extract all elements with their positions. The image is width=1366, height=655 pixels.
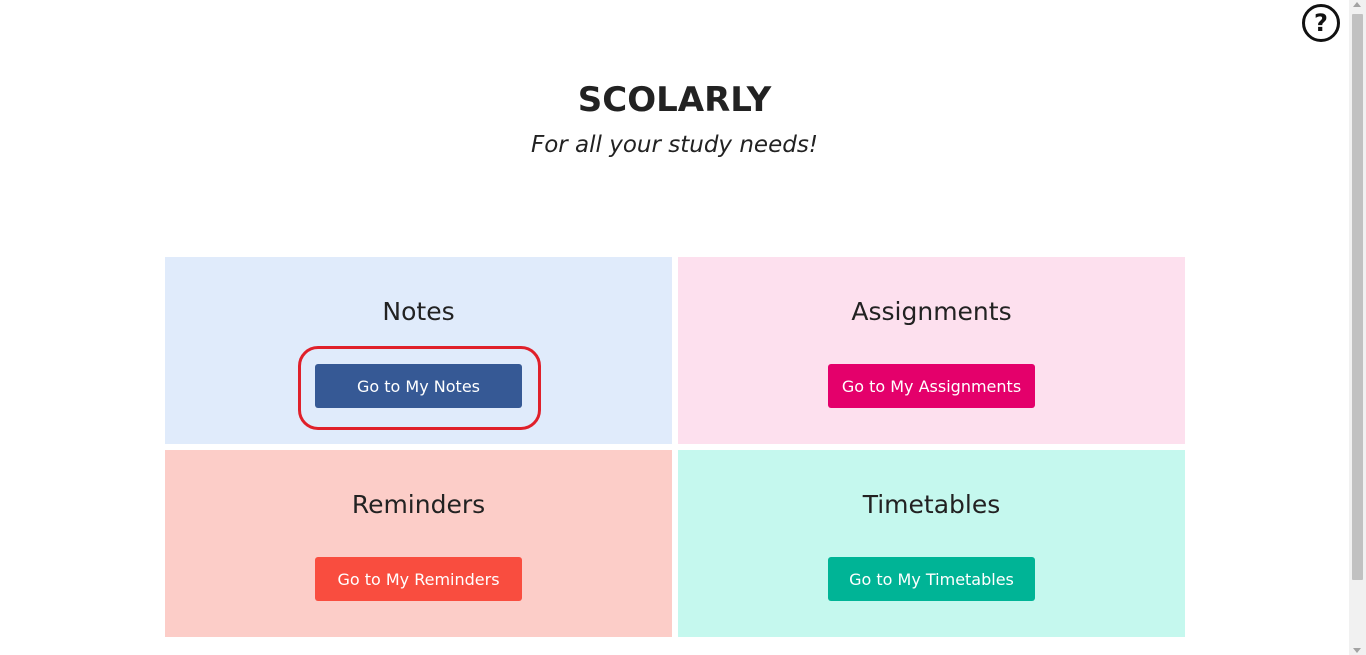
notes-card-title: Notes xyxy=(382,297,455,326)
page: ? SCOLARLY For all your study needs! Not… xyxy=(0,0,1366,655)
timetables-card: Timetables Go to My Timetables xyxy=(678,450,1185,637)
app-subtitle: For all your study needs! xyxy=(530,132,819,158)
assignments-card-title: Assignments xyxy=(851,297,1012,326)
reminders-card-title: Reminders xyxy=(351,490,486,519)
assignments-card: Assignments Go to My Assignments xyxy=(678,257,1185,444)
notes-card: Notes Go to My Notes xyxy=(165,257,672,444)
scroll-down-arrow-icon[interactable] xyxy=(1353,648,1361,653)
go-to-notes-button[interactable]: Go to My Notes xyxy=(315,364,522,408)
vertical-scrollbar[interactable] xyxy=(1349,0,1366,655)
go-to-timetables-button[interactable]: Go to My Timetables xyxy=(828,557,1035,601)
go-to-assignments-button[interactable]: Go to My Assignments xyxy=(828,364,1035,408)
feature-grid: Notes Go to My Notes Assignments Go to M… xyxy=(165,257,1185,637)
app-title: SCOLARLY xyxy=(577,80,772,120)
scroll-up-arrow-icon[interactable] xyxy=(1353,2,1361,7)
question-circle-icon: ? xyxy=(1314,9,1328,37)
reminders-card: Reminders Go to My Reminders xyxy=(165,450,672,637)
scrollbar-thumb[interactable] xyxy=(1352,14,1363,580)
help-button[interactable]: ? xyxy=(1302,4,1340,42)
page-header: SCOLARLY For all your study needs! xyxy=(0,78,1349,160)
timetables-card-title: Timetables xyxy=(862,490,1001,519)
go-to-reminders-button[interactable]: Go to My Reminders xyxy=(315,557,522,601)
